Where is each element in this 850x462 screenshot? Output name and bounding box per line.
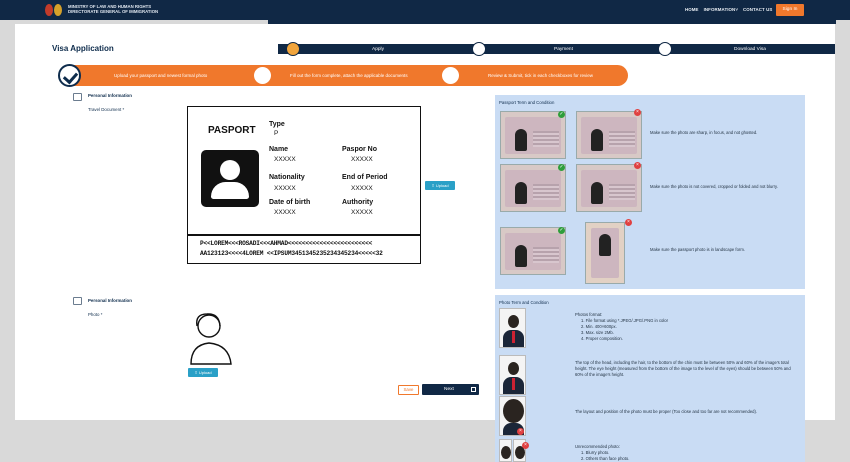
substep-1-label: Upload your passport and newest formal p… — [114, 73, 208, 78]
photo-sample-formal — [499, 308, 526, 348]
photo-field-label: Photo * — [88, 312, 103, 317]
photo-terms-panel: Photo Term and Condition Photos format: … — [495, 295, 805, 462]
page-title: Visa Application — [52, 44, 114, 53]
passport-section-header: Personal Information — [88, 93, 132, 98]
sign-in-button[interactable]: Sign In — [776, 4, 804, 16]
passport-terms-panel: Passport Term and Condition ✓ × Make sur… — [495, 95, 805, 289]
next-arrow-icon — [471, 387, 476, 392]
nationality-label: Nationality — [269, 174, 305, 181]
end-period-label: End of Period — [342, 174, 388, 181]
close-x-icon: × — [517, 428, 524, 435]
passport-terms-title: Passport Term and Condition — [499, 100, 555, 105]
substep-2-label: Fill out the form complete, attach the a… — [290, 73, 408, 78]
passport-no-value: XXXXX — [351, 156, 373, 163]
ministry-line2: DIRECTORATE GENERAL OF IMMIGRATION — [68, 9, 159, 14]
name-label: Name — [269, 146, 289, 153]
passport-sample-bad-3 — [585, 222, 625, 284]
passport-term-2: Make sure the photo is not covered, crop… — [650, 184, 778, 189]
step-download-indicator — [658, 42, 672, 56]
chevron-down-icon: ˅ — [735, 7, 738, 12]
check-icon — [58, 64, 81, 87]
photo-upload-button[interactable]: ⇧ Upload — [188, 368, 218, 377]
ministry-logo-icon[interactable] — [45, 4, 63, 16]
passport-sample-bad-1 — [576, 111, 642, 159]
nationality-value: XXXXX — [274, 185, 296, 192]
photo-unrecommended-item-2: 2. Others than face photo. — [581, 456, 630, 461]
substep-2-indicator — [254, 67, 271, 84]
passport-sample-good-2 — [500, 164, 566, 212]
app-root: MINISTRY OF LAW AND HUMAN RIGHTS DIRECTO… — [0, 0, 850, 462]
check-icon: ✓ — [558, 227, 565, 234]
step-apply-indicator — [286, 42, 300, 56]
photo-sample-unrecommended-1 — [499, 439, 512, 462]
document-icon — [73, 297, 82, 305]
next-button[interactable]: Next — [422, 384, 479, 395]
close-x-icon: × — [522, 442, 529, 449]
photo-terms-title: Photo Term and Condition — [499, 300, 549, 305]
close-x-icon: × — [625, 219, 632, 226]
name-value: XXXXX — [274, 156, 296, 163]
substep-3-indicator — [442, 67, 459, 84]
close-x-icon: × — [634, 109, 641, 116]
photo-format-item-4: 4. Proper composition. — [581, 336, 623, 341]
passport-term-1: Make sure the photo are sharp, in focus,… — [650, 130, 758, 135]
photo-section-header: Personal Information — [88, 298, 132, 303]
step-payment-indicator — [472, 42, 486, 56]
authority-value: XXXXX — [351, 209, 373, 216]
mrz-line-1: P<<LOREM<<<ROSADI<<<AHMAD<<<<<<<<<<<<<<<… — [200, 240, 373, 247]
passport-no-label: Paspor No — [342, 146, 378, 153]
check-icon: ✓ — [558, 164, 565, 171]
step-payment-label: Payment — [554, 47, 573, 52]
photo-sample-head-size — [499, 355, 526, 395]
passport-divider — [188, 234, 420, 236]
save-button[interactable]: Save — [398, 385, 419, 395]
photo-layout-rule: The layout and position of the photo mus… — [575, 409, 758, 414]
user-placeholder-icon — [201, 150, 259, 207]
nav-home-link[interactable]: HOME — [685, 7, 699, 12]
mrz-line-2: AA123123<<<<4LOREM <<IPSUM34513452352343… — [200, 250, 383, 257]
nav-contact-link[interactable]: CONTACT US — [743, 7, 772, 12]
step-apply-label: Apply — [372, 47, 384, 52]
passport-sample-good-1 — [500, 111, 566, 159]
authority-label: Authority — [342, 199, 374, 206]
substep-bar: Upload your passport and newest formal p… — [58, 64, 628, 87]
top-navigation-bar: MINISTRY OF LAW AND HUMAN RIGHTS DIRECTO… — [0, 0, 850, 20]
passport-sample-bad-2 — [576, 164, 642, 212]
passport-placeholder: PASPORT Type P Name XXXXX Paspor No XXXX… — [187, 106, 421, 264]
type-label: Type — [269, 121, 285, 128]
photo-head-rule: The top of the head, including the hair,… — [575, 360, 791, 377]
passport-sample-good-3 — [500, 227, 566, 275]
passport-heading: PASPORT — [208, 125, 256, 136]
progress-stepper: Apply Payment Download Visa — [278, 42, 835, 56]
end-period-value: XXXXX — [351, 185, 373, 192]
main-nav: HOME INFORMATION˅ CONTACT US — [685, 7, 777, 12]
passport-term-3: Make sure the passport photo is in lands… — [650, 247, 745, 252]
travel-document-label: Travel Document * — [88, 107, 125, 112]
step-download-label: Download Visa — [734, 47, 766, 52]
nav-information-link[interactable]: INFORMATION˅ — [704, 7, 738, 12]
ministry-name[interactable]: MINISTRY OF LAW AND HUMAN RIGHTS DIRECTO… — [68, 4, 158, 14]
user-placeholder-icon — [190, 313, 232, 365]
photo-format-list: Photos format: 1. File format using *.JP… — [575, 312, 795, 342]
type-value: P — [274, 130, 279, 137]
document-icon — [73, 93, 82, 101]
dob-label: Date of birth — [269, 199, 311, 206]
dob-value: XXXXX — [274, 209, 296, 216]
substep-3-label: Review & Submit, tick in each checkboxes… — [488, 73, 594, 78]
photo-unrecommended-list: Unrecommended photo: 1. Blurry photo. 2.… — [575, 444, 797, 462]
check-icon: ✓ — [558, 111, 565, 118]
next-button-label: Next — [444, 387, 454, 392]
passport-upload-button[interactable]: ⇧ Upload — [425, 181, 455, 190]
close-x-icon: × — [634, 162, 641, 169]
nav-information-label: INFORMATION — [703, 7, 736, 12]
